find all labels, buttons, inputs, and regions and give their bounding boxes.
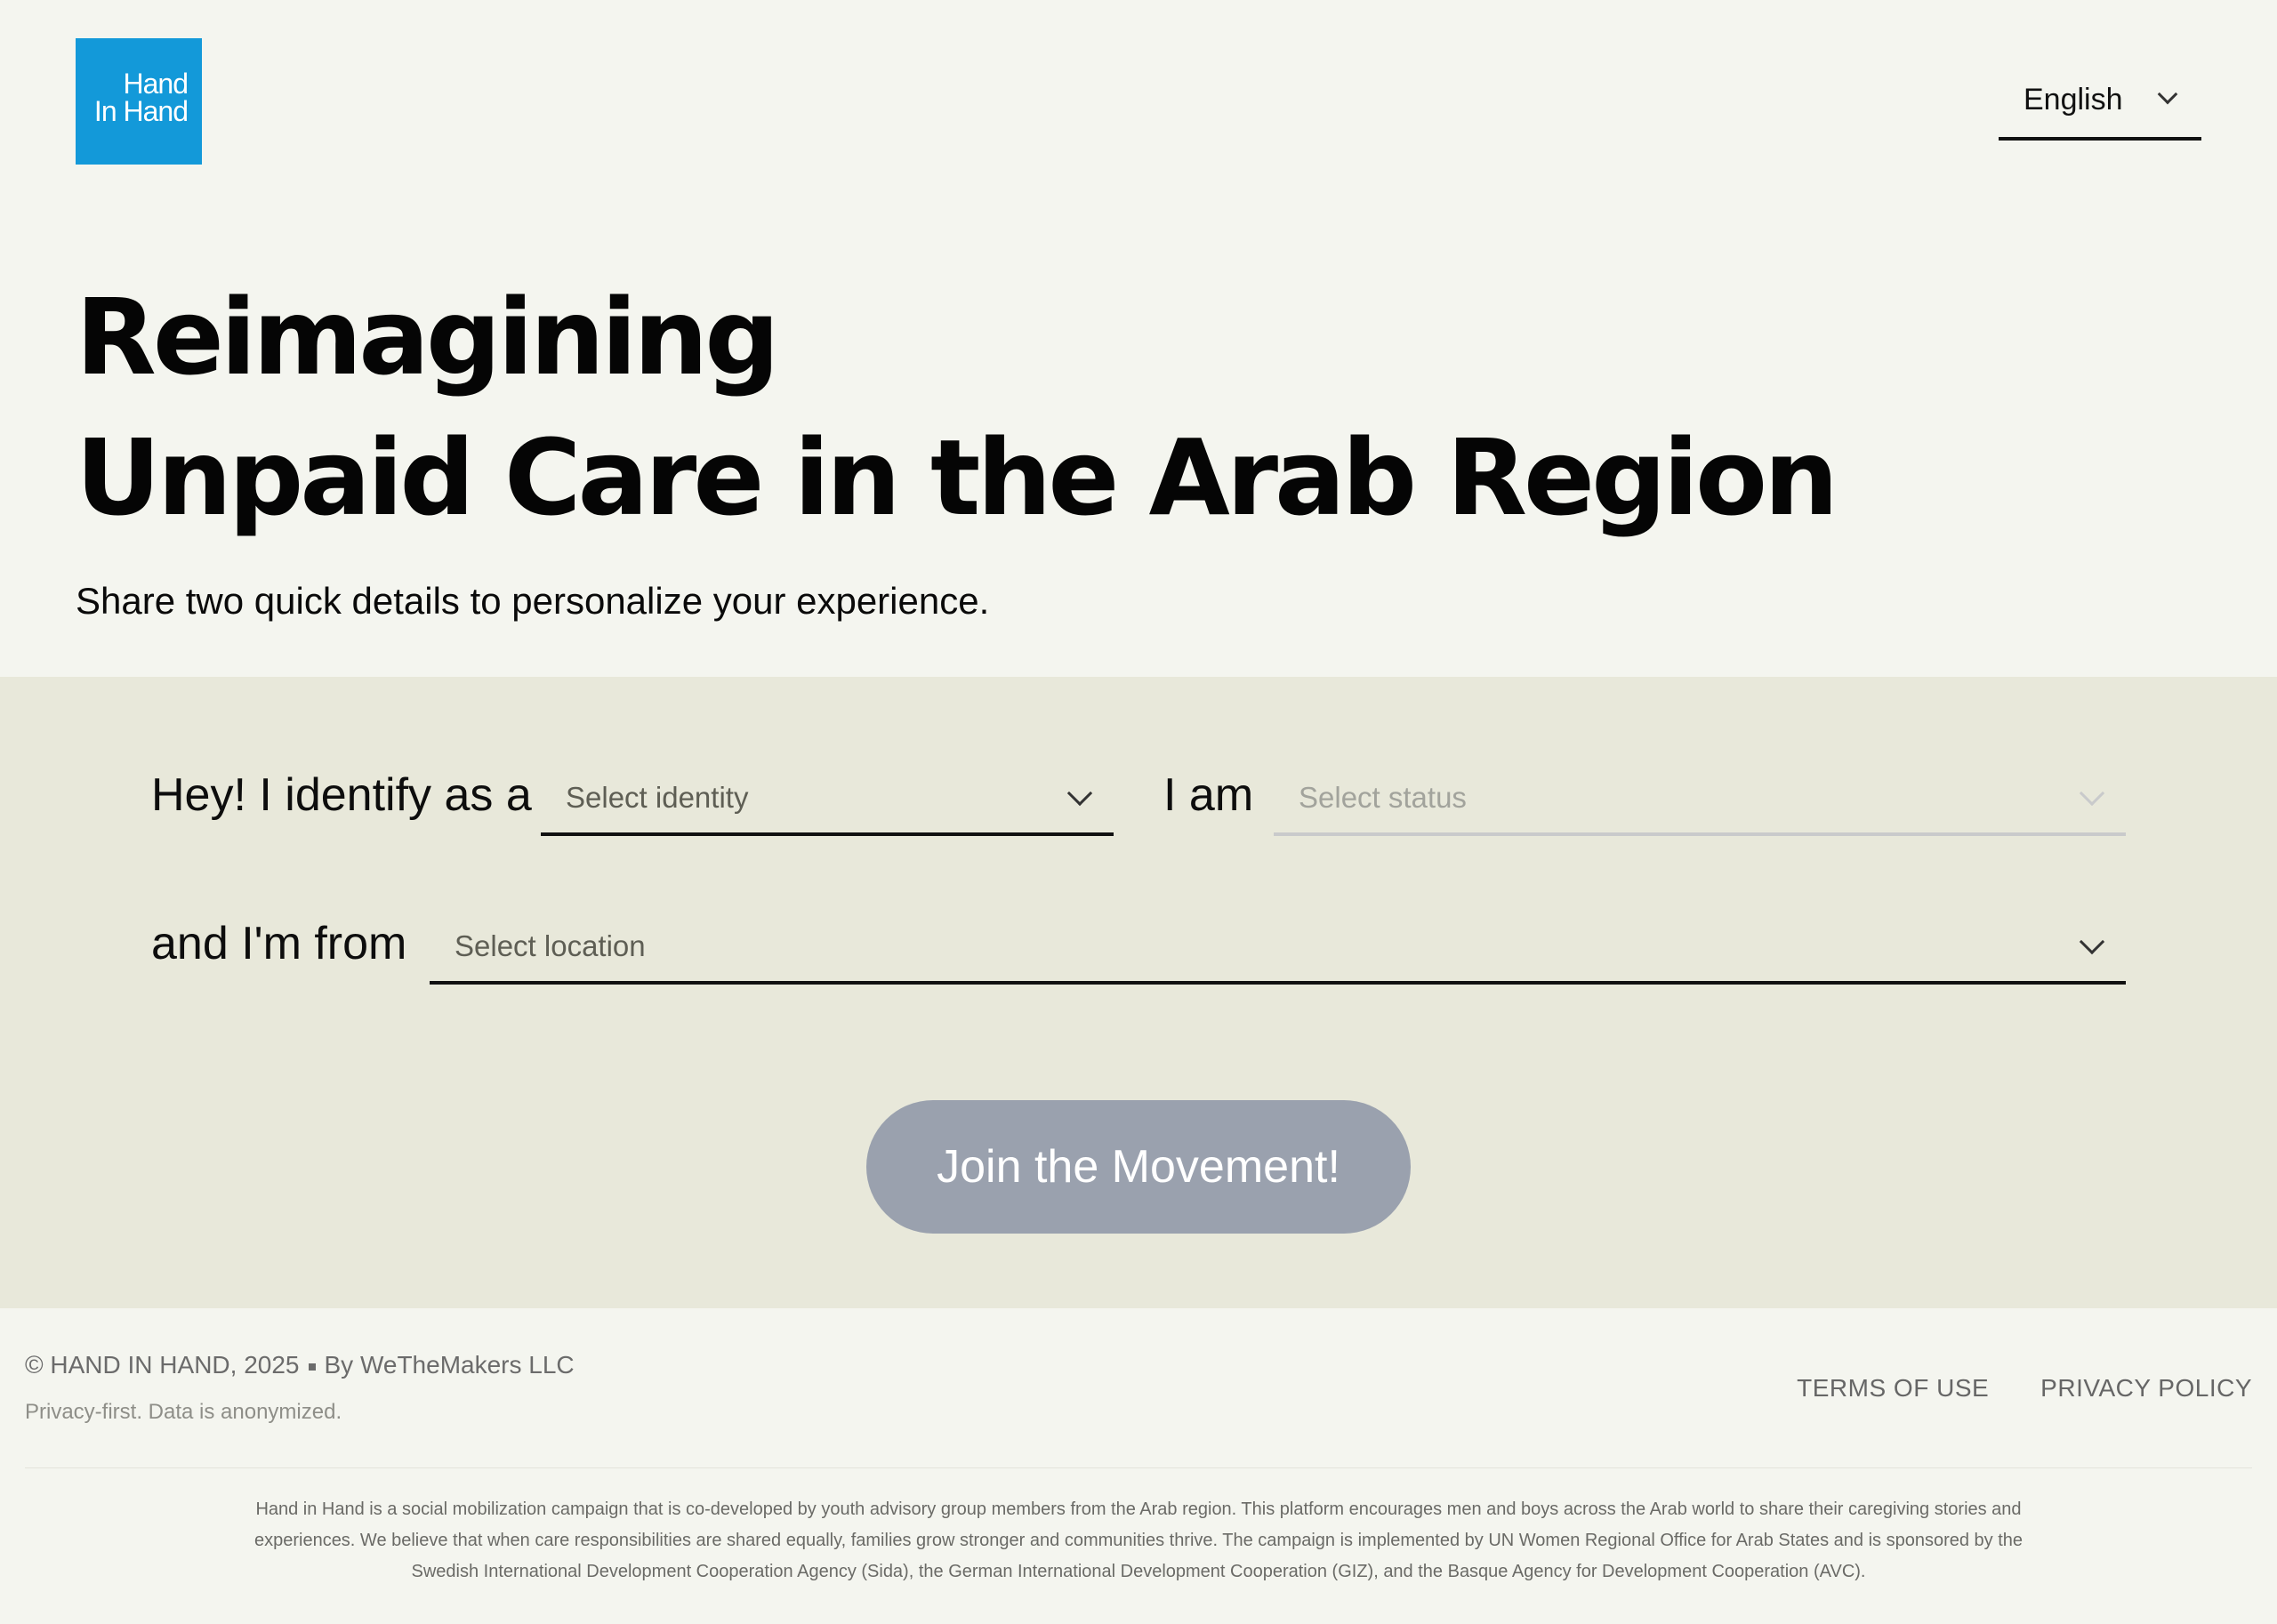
page-title-line-2: Unpaid Care in the Arab Region [76,416,1838,539]
language-select-value: English [2024,83,2123,117]
chevron-down-icon [1066,780,1093,807]
author-text: By WeTheMakers LLC [324,1351,575,1379]
identity-select-placeholder: Select identity [566,781,749,814]
privacy-note: Privacy-first. Data is anonymized. [25,1400,342,1424]
identity-select[interactable]: Select identity [541,763,1114,836]
language-select[interactable]: English [1999,71,2201,141]
logo-line-1: Hand [123,68,189,100]
campaign-disclaimer: Hand in Hand is a social mobilization ca… [253,1499,2024,1581]
footer-copyright: © HAND IN HAND, 2025 By WeTheMakers LLC [25,1347,575,1384]
page-subtitle: Share two quick details to personalize y… [76,580,990,622]
terms-of-use-link[interactable]: TERMS OF USE [1797,1370,1989,1407]
join-movement-button[interactable]: Join the Movement! [866,1100,1411,1234]
privacy-policy-link[interactable]: PRIVACY POLICY [2040,1370,2252,1407]
footer-nav: TERMS OF USE PRIVACY POLICY [1797,1370,2252,1407]
copyright-text: © HAND IN HAND, 2025 [25,1351,300,1379]
chevron-down-icon [2079,780,2105,807]
location-select-placeholder: Select location [455,929,646,962]
location-label: and I'm from [151,918,407,969]
logo-line-2: In Hand [93,95,189,127]
page-title-line-1: Reimagining [76,276,780,398]
status-select-placeholder: Select status [1299,781,1467,814]
chevron-down-icon [2157,84,2178,105]
status-select[interactable]: Select status [1274,763,2126,836]
site-header: Hand In Hand English [0,0,2277,196]
chevron-down-icon [2079,929,2105,955]
location-select[interactable]: Select location [430,912,2126,985]
identity-label: Hey! I identify as a [151,769,532,821]
page-title: Reimagining Unpaid Care in the Arab Regi… [76,267,1838,548]
hand-in-hand-logo[interactable]: Hand In Hand [76,38,202,165]
status-label: I am [1163,769,1254,821]
footer-divider [25,1467,2252,1468]
separator-dot-icon [308,1363,316,1371]
